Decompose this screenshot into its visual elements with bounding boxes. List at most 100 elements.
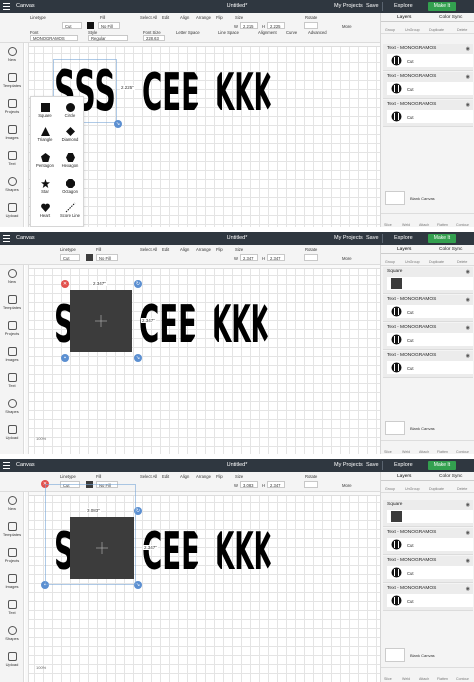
- layer-item[interactable]: Text - MONOGRAMOS ◉ Cut: [383, 44, 473, 71]
- monogram-kkk[interactable]: KKK: [210, 292, 272, 354]
- linetype-color-swatch[interactable]: [86, 254, 93, 261]
- eye-icon[interactable]: ◉: [466, 586, 470, 592]
- eye-icon[interactable]: ◉: [466, 297, 470, 303]
- monogram-kkk[interactable]: KKK: [213, 60, 275, 122]
- select-all-label[interactable]: Select All: [140, 247, 157, 252]
- fill-select[interactable]: No Fill: [98, 22, 120, 29]
- duplicate-action[interactable]: Duplicate: [429, 260, 444, 264]
- layer-item[interactable]: Text - MONOGRAMOS ◉ Cut: [383, 556, 473, 583]
- nav-projects[interactable]: Projects: [0, 99, 24, 114]
- shape-pentagon[interactable]: Pentagon: [33, 153, 57, 168]
- nav-images[interactable]: Images: [0, 574, 24, 589]
- style-select[interactable]: Regular: [88, 35, 128, 41]
- my-projects-link[interactable]: My Projects: [334, 462, 363, 468]
- delete-action[interactable]: Delete: [457, 487, 467, 491]
- monogram-cee[interactable]: CEE: [137, 292, 199, 354]
- align-label[interactable]: Align: [180, 247, 189, 252]
- lock-handle[interactable]: ▪: [61, 354, 69, 362]
- zoom-level[interactable]: 100%: [36, 436, 46, 441]
- eye-icon[interactable]: ◉: [466, 353, 470, 359]
- blank-canvas-swatch[interactable]: [385, 191, 405, 205]
- monogram-cee[interactable]: CEE: [140, 60, 202, 122]
- more-menu[interactable]: More: [342, 24, 352, 29]
- tab-layers[interactable]: Layers: [397, 15, 411, 20]
- nav-new[interactable]: New: [0, 496, 24, 511]
- save-link[interactable]: Save: [366, 462, 379, 468]
- fill-select[interactable]: No Fill: [96, 254, 118, 261]
- blank-canvas-layer[interactable]: Blank Canvas: [383, 646, 473, 664]
- delete-action[interactable]: Delete: [457, 28, 467, 32]
- rotate-input[interactable]: [304, 22, 318, 29]
- select-all-label[interactable]: Select All: [140, 15, 157, 20]
- nav-templates[interactable]: Templates: [0, 295, 24, 310]
- weld-action[interactable]: Weld: [402, 677, 410, 681]
- blank-canvas-layer[interactable]: Blank Canvas: [383, 419, 473, 437]
- rotate-handle[interactable]: ↻: [134, 280, 142, 288]
- width-input[interactable]: 2.347: [240, 254, 258, 261]
- rotate-input[interactable]: [304, 481, 318, 488]
- arrange-label[interactable]: Arrange: [196, 474, 211, 479]
- flatten-action[interactable]: Flatten: [437, 677, 448, 681]
- nav-new[interactable]: New: [0, 47, 24, 62]
- tab-color-sync[interactable]: Color Sync: [439, 15, 462, 20]
- make-it-button[interactable]: Make It: [428, 2, 456, 11]
- arrange-label[interactable]: Arrange: [196, 15, 211, 20]
- flip-label[interactable]: Flip: [216, 474, 223, 479]
- layer-item[interactable]: Text - MONOGRAMOS ◉ Cut: [383, 323, 473, 350]
- make-it-button[interactable]: Make It: [428, 234, 456, 243]
- save-link[interactable]: Save: [366, 3, 379, 9]
- shape-star[interactable]: Star: [33, 179, 57, 194]
- tab-color-sync[interactable]: Color Sync: [439, 474, 462, 479]
- tab-layers[interactable]: Layers: [397, 474, 411, 479]
- make-it-button[interactable]: Make It: [428, 461, 456, 470]
- height-input[interactable]: 2.347: [267, 254, 285, 261]
- shape-hexagon[interactable]: Hexagon: [58, 153, 82, 168]
- linetype-color-swatch[interactable]: [87, 22, 94, 29]
- layer-item-square[interactable]: Square ◉: [383, 500, 473, 527]
- shape-circle[interactable]: Circle: [58, 103, 82, 118]
- arrange-label[interactable]: Arrange: [196, 247, 211, 252]
- tab-layers[interactable]: Layers: [397, 247, 411, 252]
- my-projects-link[interactable]: My Projects: [334, 235, 363, 241]
- nav-shapes[interactable]: Shapes: [0, 177, 24, 192]
- shape-octagon[interactable]: Octagon: [58, 179, 82, 194]
- advanced-label[interactable]: Advanced: [308, 30, 327, 35]
- group-action[interactable]: Group: [385, 487, 395, 491]
- nav-projects[interactable]: Projects: [0, 548, 24, 563]
- eye-icon[interactable]: ◉: [466, 558, 470, 564]
- edit-label[interactable]: Edit: [162, 15, 169, 20]
- flip-label[interactable]: Flip: [216, 247, 223, 252]
- layer-item[interactable]: Text - MONOGRAMOS ◉ Cut: [383, 584, 473, 611]
- layer-item[interactable]: Text - MONOGRAMOS ◉ Cut: [383, 100, 473, 127]
- nav-shapes[interactable]: Shapes: [0, 626, 24, 641]
- edit-label[interactable]: Edit: [162, 474, 169, 479]
- blank-canvas-layer[interactable]: Blank Canvas: [383, 189, 473, 207]
- save-link[interactable]: Save: [366, 235, 379, 241]
- nav-text[interactable]: Text: [0, 373, 24, 388]
- height-input[interactable]: 2.225: [267, 22, 285, 29]
- linetype-select[interactable]: Cut: [60, 254, 80, 261]
- align-label[interactable]: Align: [180, 474, 189, 479]
- nav-templates[interactable]: Templates: [0, 73, 24, 88]
- blank-canvas-swatch[interactable]: [385, 648, 405, 662]
- nav-images[interactable]: Images: [0, 125, 24, 140]
- eye-icon[interactable]: ◉: [466, 74, 470, 80]
- height-input[interactable]: 2.347: [267, 481, 285, 488]
- shape-heart[interactable]: Heart: [33, 203, 57, 218]
- eye-icon[interactable]: ◉: [466, 325, 470, 331]
- more-menu[interactable]: More: [342, 256, 352, 261]
- nav-new[interactable]: New: [0, 269, 24, 284]
- monogram-cee[interactable]: CEE: [140, 519, 202, 581]
- slice-action[interactable]: Slice: [384, 677, 392, 681]
- nav-text[interactable]: Text: [0, 600, 24, 615]
- shape-score-line[interactable]: Score Line: [58, 202, 82, 218]
- nav-shapes[interactable]: Shapes: [0, 399, 24, 414]
- font-size-input[interactable]: 228.63: [143, 35, 165, 41]
- ungroup-action[interactable]: UnGroup: [405, 28, 420, 32]
- nav-upload[interactable]: Upload: [0, 425, 24, 440]
- rotate-input[interactable]: [304, 254, 318, 261]
- nav-upload[interactable]: Upload: [0, 652, 24, 667]
- tab-color-sync[interactable]: Color Sync: [439, 247, 462, 252]
- monogram-kkk[interactable]: KKK: [213, 519, 275, 581]
- ungroup-action[interactable]: UnGroup: [405, 487, 420, 491]
